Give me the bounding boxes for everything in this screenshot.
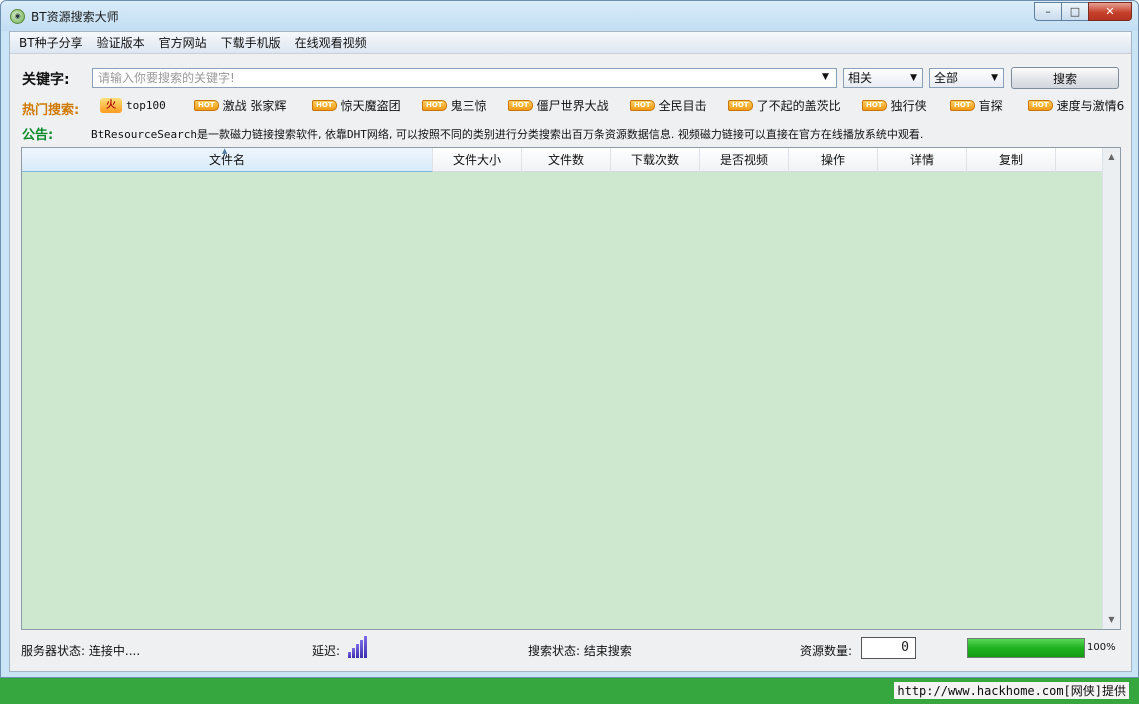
hot-badge-icon: HOT [728,99,753,111]
hot-badge-icon: HOT [1028,99,1053,111]
hot-badge-icon: HOT [508,99,533,111]
search-button[interactable]: 搜索 [1011,67,1119,89]
chevron-down-icon[interactable]: ▼ [822,72,829,82]
hot-badge-icon: HOT [950,99,975,111]
resource-count-value: 0 [861,637,916,659]
hot-tag-text: top100 [126,98,166,112]
chevron-down-icon: ▼ [910,73,917,83]
category-select-value: 全部 [934,71,959,85]
main-window: ◉ BT资源搜索大师 – □ ✕ BT种子分享 验证版本 官方网站 下载手机版 … [0,0,1139,678]
latency-label: 延迟: [312,644,341,658]
server-status: 服务器状态: 连接中.... [21,642,140,659]
app-logo-icon: ◉ [10,9,25,24]
scroll-down-icon[interactable]: ▼ [1103,611,1120,629]
server-status-label: 服务器状态: [21,644,86,658]
server-status-value: 连接中.... [88,644,141,658]
results-table[interactable]: ▲ 文件名 文件大小 文件数 下载次数 是否视频 操作 详情 复制 ▲ ▼ [21,147,1121,630]
client-area: BT种子分享 验证版本 官方网站 下载手机版 在线观看视频 关键字: ▼ 相关 … [9,31,1132,672]
menu-bar: BT种子分享 验证版本 官方网站 下载手机版 在线观看视频 [10,32,1131,54]
keyword-label: 关键字: [22,72,70,88]
minimize-button[interactable]: – [1034,2,1061,21]
column-header-downloads[interactable]: 下载次数 [611,148,700,172]
menu-item-bt-share[interactable]: BT种子分享 [12,32,90,54]
chevron-down-icon: ▼ [991,73,998,83]
category-select[interactable]: 全部 ▼ [929,68,1004,88]
hot-tag-text: 激战 张家辉 [222,98,287,113]
fire-icon: 火 [100,97,122,113]
column-header-filename[interactable]: ▲ 文件名 [22,147,433,172]
close-button[interactable]: ✕ [1088,2,1132,21]
notice-dht: DHT [346,128,367,141]
column-header-action[interactable]: 操作 [789,148,878,172]
hot-tag-text: 全民目击 [658,98,707,113]
progress-percent: 100% [1087,642,1116,653]
hot-tag-item[interactable]: HOT 惊天魔盗团 [312,96,401,114]
notice-body-2: 网络, 可以按照不同的类别进行分类搜索出百万条资源数据信息. 视频磁力链接可以直… [366,128,924,141]
signal-bars-icon [348,636,368,658]
hot-tag-item[interactable]: HOT 激战 张家辉 [194,96,286,114]
column-header-label: 文件名 [208,153,245,167]
column-header-filesize[interactable]: 文件大小 [433,148,522,172]
bottom-bar: http://www.hackhome.com[网侠]提供 [0,678,1139,704]
hot-tag-item[interactable]: HOT 速度与激情6 [1028,96,1124,114]
window-title: BT资源搜索大师 [31,10,119,24]
notice-label: 公告: [22,128,54,143]
table-header: ▲ 文件名 文件大小 文件数 下载次数 是否视频 操作 详情 复制 [22,147,1103,172]
hot-badge-icon: HOT [194,99,219,111]
hot-badge-icon: HOT [422,99,447,111]
watermark-text: http://www.hackhome.com[网侠]提供 [894,682,1129,699]
menu-item-online-video[interactable]: 在线观看视频 [288,32,374,54]
search-status-label: 搜索状态: [528,644,581,658]
hot-badge-icon: HOT [862,99,887,111]
column-header-filecount[interactable]: 文件数 [522,148,611,172]
maximize-button[interactable]: □ [1061,2,1088,21]
notice-app-name: BtResourceSearch [91,128,197,141]
search-status-value: 结束搜索 [583,644,632,658]
maximize-icon: □ [1069,5,1081,18]
menu-item-verify-version[interactable]: 验证版本 [90,32,152,54]
hot-tag-text: 鬼三惊 [450,98,487,113]
column-header-is-video[interactable]: 是否视频 [700,148,789,172]
hot-tag-text: 盲探 [978,98,1003,113]
hot-tag-text: 僵尸世界大战 [536,98,609,113]
search-status: 搜索状态: 结束搜索 [528,642,632,659]
hot-search-label: 热门搜索: [22,103,80,118]
notice-text: BtResourceSearch是一款磁力链接搜索软件, 依靠DHT网络, 可以… [91,126,923,142]
hot-tag-item[interactable]: HOT 僵尸世界大战 [508,96,609,114]
hot-tag-text: 独行侠 [890,98,927,113]
hot-badge-icon: HOT [630,99,655,111]
hot-tag-text: 惊天魔盗团 [340,98,401,113]
hot-badge-icon: HOT [312,99,337,111]
hot-tag-item[interactable]: HOT 独行侠 [862,96,927,114]
hot-tag-top100[interactable]: 火 top100 [100,96,166,114]
sort-indicator-icon: ▲ [222,147,228,155]
vertical-scrollbar[interactable]: ▲ ▼ [1102,148,1120,629]
column-header-copy[interactable]: 复制 [967,148,1056,172]
hot-tag-item[interactable]: HOT 盲探 [950,96,1003,114]
column-header-details[interactable]: 详情 [878,148,967,172]
hot-tag-item[interactable]: HOT 鬼三惊 [422,96,487,114]
menu-item-mobile-download[interactable]: 下载手机版 [214,32,288,54]
hot-tag-text: 速度与激情6 [1056,98,1125,113]
progress-bar [967,638,1085,658]
window-controls: – □ ✕ [1034,2,1132,22]
progress-fill [968,639,1084,657]
minimize-icon: – [1045,5,1051,18]
close-icon: ✕ [1105,5,1115,18]
keyword-input[interactable] [92,68,837,88]
scroll-up-icon[interactable]: ▲ [1103,148,1120,166]
title-bar[interactable]: ◉ BT资源搜索大师 – □ ✕ [1,1,1138,31]
hot-tag-item[interactable]: HOT 了不起的盖茨比 [728,96,841,114]
resource-count-label: 资源数量: [800,644,853,658]
notice-body-1: 是一款磁力链接搜索软件, 依靠 [196,128,347,141]
menu-item-official-site[interactable]: 官方网站 [152,32,214,54]
sort-select-value: 相关 [848,71,873,85]
hot-tag-text: 了不起的盖茨比 [756,98,841,113]
hot-tag-item[interactable]: HOT 全民目击 [630,96,707,114]
sort-select[interactable]: 相关 ▼ [843,68,923,88]
